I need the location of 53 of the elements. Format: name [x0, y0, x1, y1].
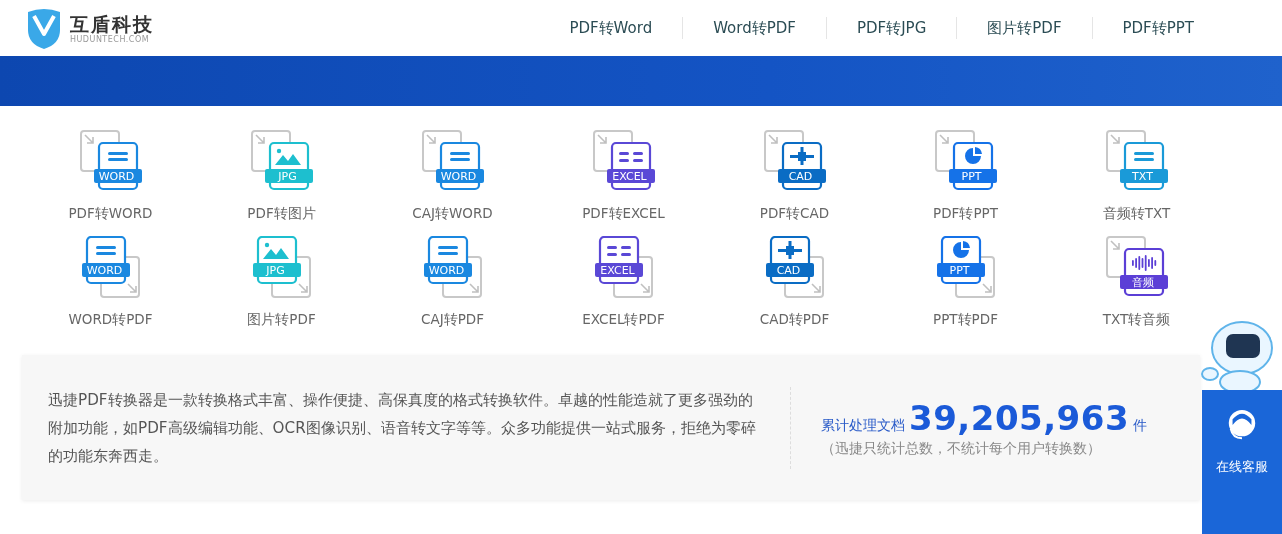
- tool-label[interactable]: PDF转CAD: [759, 204, 830, 222]
- badge-label: WORD: [439, 170, 478, 184]
- file-convert-icon[interactable]: [79, 130, 142, 192]
- badge-label: EXCEL: [611, 170, 648, 184]
- brand-name: 互盾科技: [70, 12, 154, 35]
- badge-label: WORD: [85, 264, 124, 278]
- tool-label[interactable]: WORD转PDF: [68, 310, 153, 328]
- tool-label[interactable]: EXCEL转PDF: [582, 310, 665, 328]
- file-convert-icon[interactable]: [934, 130, 997, 192]
- description-text: 迅捷PDF转换器是一款转换格式丰富、操作便捷、高保真度的格式转换软件。卓越的性能造就了更多强劲的附加功能，如PDF高级编辑功能、OCR图像识别、语音转文字等等。众多功能提供一站式服务，拒绝为零碎的功能东奔西走。: [48, 389, 757, 467]
- tool-label[interactable]: 音频转TXT: [1102, 204, 1171, 222]
- file-convert-icon[interactable]: [592, 130, 655, 192]
- tool-label[interactable]: CAD转PDF: [759, 310, 830, 328]
- nav-link[interactable]: 图片转PDF: [967, 18, 1082, 38]
- file-convert-icon[interactable]: [934, 236, 997, 298]
- customer-service-button[interactable]: 在线客服: [1202, 390, 1282, 534]
- badge-label: CAD: [775, 264, 802, 278]
- file-convert-icon[interactable]: [421, 236, 484, 298]
- badge-label: TXT: [1131, 170, 1154, 184]
- nav-link[interactable]: PDF转JPG: [836, 18, 947, 38]
- stat-label: 累计处理文档: [821, 416, 905, 435]
- stat-value: 39,205,963: [909, 397, 1130, 438]
- nav-link[interactable]: PDF转Word: [549, 18, 673, 38]
- badge-label: WORD: [427, 264, 466, 278]
- badge-label: 音频: [1130, 276, 1155, 290]
- file-convert-icon[interactable]: [1105, 236, 1168, 298]
- tool-label[interactable]: PDF转图片: [247, 204, 316, 222]
- nav-link[interactable]: PDF转PPT: [1102, 18, 1214, 38]
- tool-label[interactable]: CAJ转WORD: [412, 204, 493, 222]
- tool-label[interactable]: PDF转EXCEL: [582, 204, 665, 222]
- file-convert-icon[interactable]: [79, 236, 142, 298]
- tool-label[interactable]: 图片转PDF: [247, 310, 316, 328]
- tool-label[interactable]: CAJ转PDF: [421, 310, 484, 328]
- stat-unit: 件: [1133, 416, 1148, 435]
- file-convert-icon[interactable]: [421, 130, 484, 192]
- badge-label: PPT: [960, 170, 983, 184]
- badge-label: JPG: [276, 170, 298, 184]
- badge-label: JPG: [264, 264, 286, 278]
- file-convert-icon[interactable]: [763, 236, 826, 298]
- tool-label[interactable]: PDF转PPT: [933, 204, 998, 222]
- file-convert-icon[interactable]: [592, 236, 655, 298]
- brand-domain: HUDUNTECH.COM: [70, 34, 151, 44]
- badge-label: PPT: [948, 264, 971, 278]
- stat-note: （迅捷只统计总数，不统计每个用户转换数）: [821, 439, 1101, 458]
- badge-label: EXCEL: [599, 264, 636, 278]
- badge-label: CAD: [787, 170, 814, 184]
- tool-label[interactable]: TXT转音频: [1102, 310, 1171, 328]
- file-convert-icon[interactable]: [763, 130, 826, 192]
- tool-label[interactable]: PPT转PDF: [933, 310, 998, 328]
- nav-link[interactable]: Word转PDF: [693, 18, 816, 38]
- file-convert-icon[interactable]: [1105, 130, 1168, 192]
- tool-label[interactable]: PDF转WORD: [68, 204, 153, 222]
- badge-label: WORD: [97, 170, 136, 184]
